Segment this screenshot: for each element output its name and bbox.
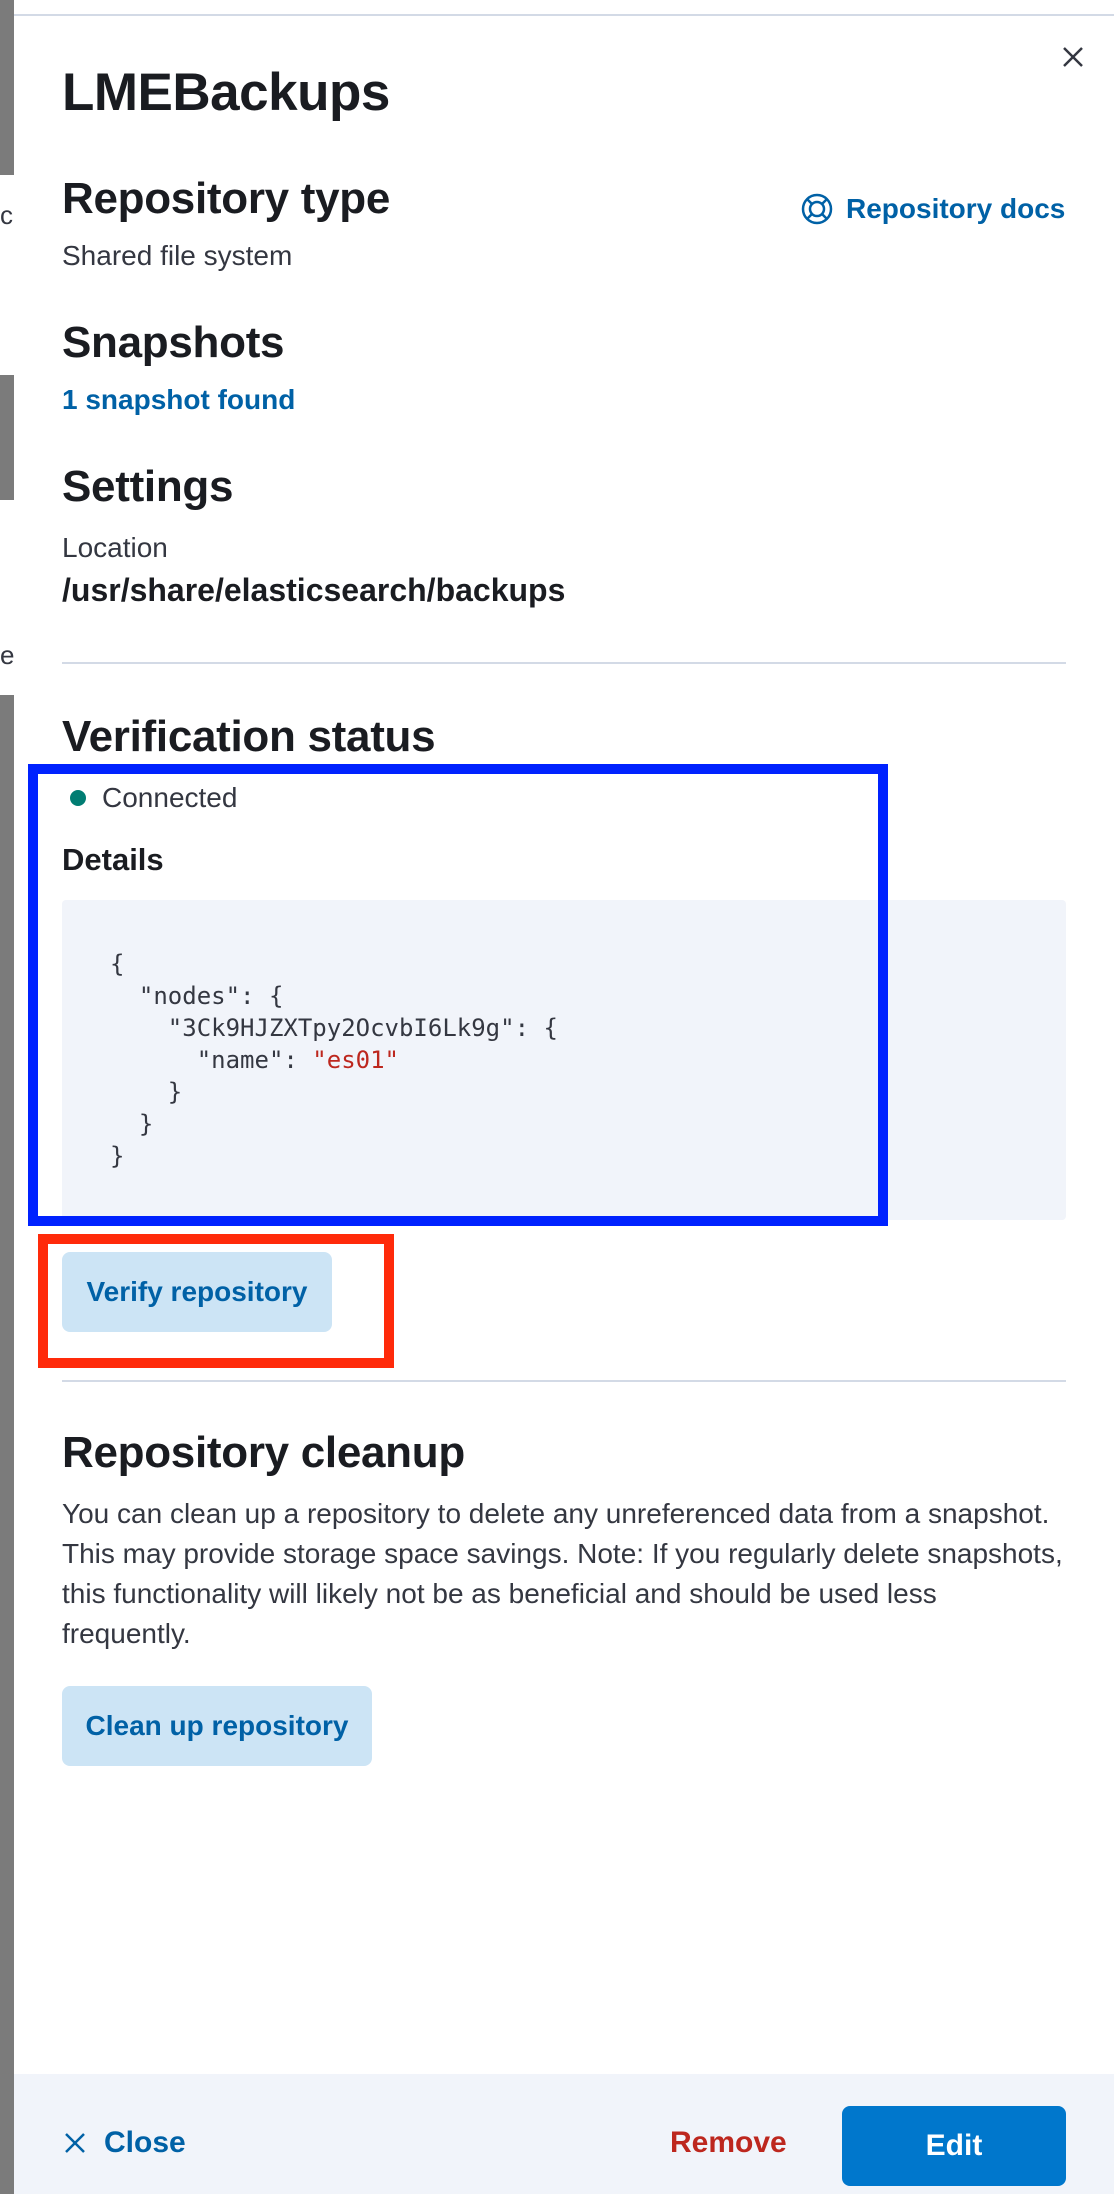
snapshots-heading: Snapshots <box>62 318 285 367</box>
background-text-fragment: e <box>0 640 15 670</box>
footer-close-label: Close <box>104 2126 186 2159</box>
repository-cleanup-heading: Repository cleanup <box>62 1428 465 1477</box>
annotation-box-blue <box>28 764 888 1226</box>
flyout-title: LMEBackups <box>62 63 390 122</box>
close-icon <box>1063 47 1083 67</box>
snapshots-found-link[interactable]: 1 snapshot found <box>62 384 295 416</box>
background-text-fragment: c <box>0 200 13 230</box>
repository-type-heading: Repository type <box>62 174 391 223</box>
repository-type-value: Shared file system <box>62 240 293 271</box>
edit-button[interactable]: Edit <box>842 2106 1066 2186</box>
repository-docs-link[interactable]: Repository docs <box>800 192 1065 226</box>
cleanup-description: You can clean up a repository to delete … <box>62 1498 1063 1649</box>
clean-up-repository-button[interactable]: Clean up repository <box>62 1686 372 1766</box>
settings-heading: Settings <box>62 462 234 511</box>
repository-docs-label: Repository docs <box>846 193 1066 224</box>
remove-button[interactable]: Remove <box>670 2126 787 2160</box>
section-divider <box>62 1380 1066 1382</box>
location-label: Location <box>62 532 168 563</box>
help-lifebuoy-icon <box>801 193 833 225</box>
verification-status-heading: Verification status <box>62 712 436 761</box>
close-flyout-button[interactable] <box>1054 38 1092 76</box>
section-divider <box>62 662 1066 664</box>
location-value: /usr/share/elasticsearch/backups <box>62 572 566 608</box>
annotation-box-red <box>38 1234 394 1368</box>
footer-close-button[interactable]: Close <box>62 2126 186 2160</box>
close-icon <box>65 2133 85 2153</box>
